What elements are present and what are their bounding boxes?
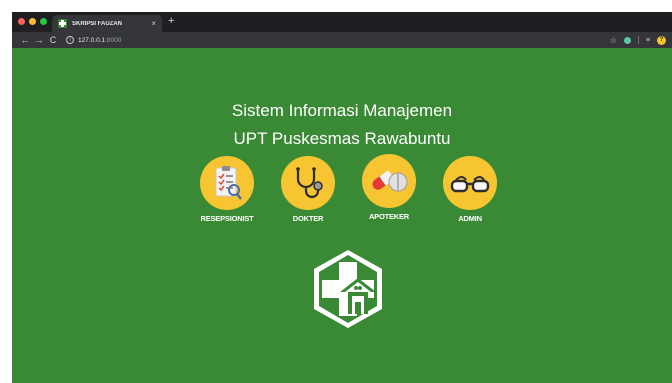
role-apoteker-button[interactable]: APOTEKER xyxy=(349,154,429,221)
browser-toolbar: ← → C i 127.0.0.1:8000 ☆ ≡ ? xyxy=(12,32,672,48)
clipboard-checklist-icon xyxy=(215,166,242,200)
glasses-icon xyxy=(450,176,490,193)
back-icon[interactable]: ← xyxy=(18,35,32,45)
role-icon-circle xyxy=(362,154,416,208)
role-label: RESEPSIONIST xyxy=(200,214,254,223)
minimize-window-button[interactable] xyxy=(29,18,36,25)
close-window-button[interactable] xyxy=(18,18,25,25)
page-subtitle: UPT Puskesmas Rawabuntu xyxy=(233,129,451,148)
toolbar-actions: ☆ ≡ ? xyxy=(610,35,666,45)
url-text: 127.0.0.1:8000 xyxy=(78,37,121,44)
page-content: Sistem Informasi Manajemen UPT Puskesmas… xyxy=(12,48,672,383)
favicon-icon xyxy=(58,19,67,28)
role-dokter-button[interactable]: DOKTER xyxy=(268,156,348,223)
reload-icon[interactable]: C xyxy=(46,35,60,45)
forward-icon[interactable]: → xyxy=(32,35,46,45)
toolbar-separator xyxy=(637,36,639,44)
window-controls xyxy=(18,18,47,25)
media-queue-icon[interactable]: ≡ xyxy=(646,37,650,44)
stethoscope-icon xyxy=(296,167,323,199)
page-title: Sistem Informasi Manajemen xyxy=(231,101,453,120)
role-label: ADMIN xyxy=(458,214,482,223)
tab-bar: SKRIPSI FAUZAN × + xyxy=(12,12,672,32)
bookmark-star-icon[interactable]: ☆ xyxy=(610,36,617,45)
maximize-window-button[interactable] xyxy=(40,18,47,25)
role-icon-circle xyxy=(443,156,497,210)
extension-icon[interactable] xyxy=(623,36,631,44)
role-resepsionist-button[interactable]: RESEPSIONIST xyxy=(187,156,267,223)
role-icon-circle xyxy=(200,156,254,210)
new-tab-icon[interactable]: + xyxy=(168,16,174,27)
browser-tab[interactable]: SKRIPSI FAUZAN × xyxy=(52,15,162,32)
role-icon-circle xyxy=(281,156,335,210)
role-admin-button[interactable]: ADMIN xyxy=(430,156,510,223)
profile-avatar-icon[interactable]: ? xyxy=(657,35,666,45)
tab-title: SKRIPSI FAUZAN xyxy=(72,20,123,27)
role-label: APOTEKER xyxy=(368,212,410,221)
role-label: DOKTER xyxy=(292,214,324,223)
browser-window: SKRIPSI FAUZAN × + ← → C i 127.0.0.1:800… xyxy=(12,12,672,383)
pill-capsule-icon xyxy=(372,170,408,192)
tab-close-icon[interactable]: × xyxy=(151,19,156,28)
address-bar[interactable]: i 127.0.0.1:8000 xyxy=(66,34,586,46)
url-host: 127.0.0.1 xyxy=(78,36,106,44)
url-port: :8000 xyxy=(105,36,122,44)
site-info-icon[interactable]: i xyxy=(66,36,74,44)
puskesmas-logo-icon xyxy=(314,250,382,328)
